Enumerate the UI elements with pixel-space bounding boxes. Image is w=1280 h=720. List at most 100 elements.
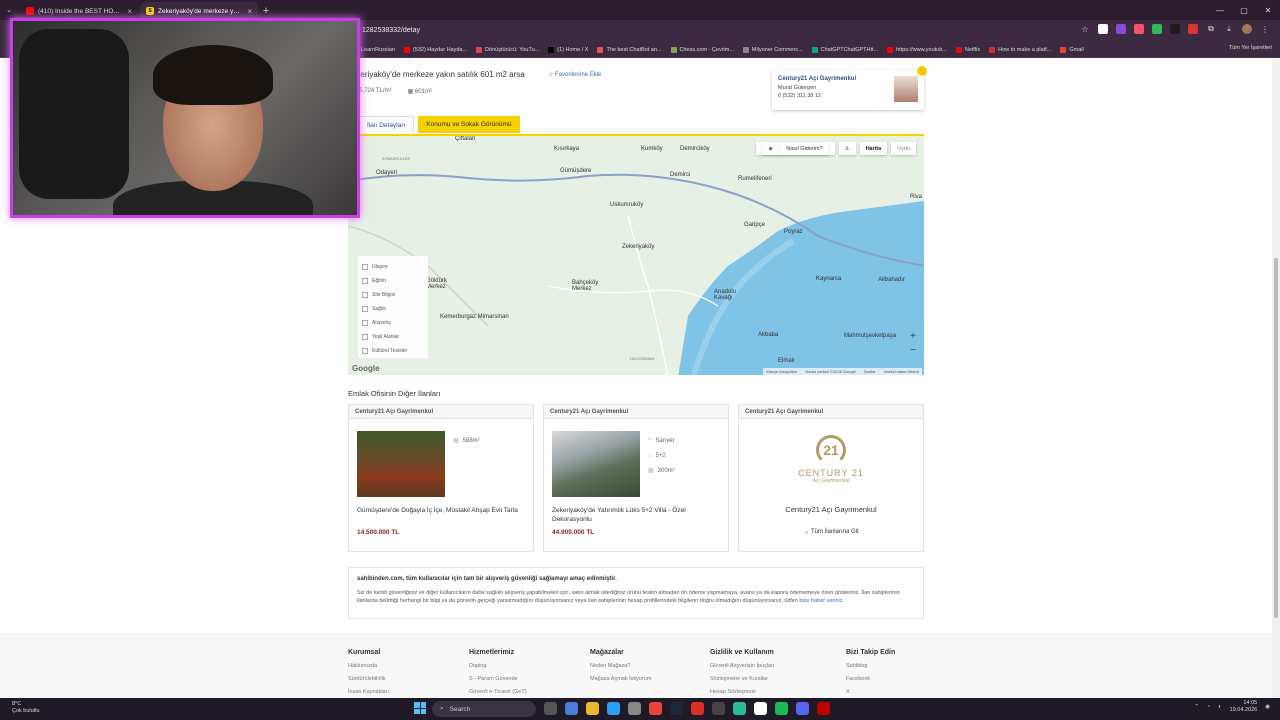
taskbar-search[interactable]: ⌕ Search	[432, 701, 536, 717]
location-map[interactable]: Çiftalan Kısırkaya Kumköy Demirciköy Güm…	[348, 134, 924, 375]
poi-filter-item[interactable]: Alışveriş	[362, 316, 424, 330]
bookmark-item[interactable]: Netflix	[955, 46, 980, 53]
zoom-out-button[interactable]: −	[906, 346, 920, 356]
app-icon[interactable]	[817, 702, 830, 715]
footer-link[interactable]: İnsan Kaynakları	[348, 689, 389, 698]
all-bookmarks-link[interactable]: Tüm Yer İşaretleri	[1229, 45, 1272, 51]
listing-card[interactable]: Century21 Açı Gayrimenkul ▦ 588m² Gümüşde…	[348, 404, 534, 552]
footer-link[interactable]: Mağaza Açmak İstiyorum	[590, 676, 651, 689]
add-favorite-link[interactable]: ☆ Favorilerime Ekle	[548, 71, 601, 78]
chrome-icon[interactable]	[649, 702, 662, 715]
footer-link[interactable]: Güvenli Alışverişin İpuçları	[710, 663, 775, 676]
bookmark-item[interactable]: https://www.youtub...	[887, 46, 947, 53]
weather-widget[interactable]: 8°C Çok bulutlu	[12, 701, 40, 715]
windows-start-icon[interactable]	[414, 702, 426, 714]
footer-link[interactable]: Güvenli e-Ticaret (GeT)	[469, 689, 527, 698]
poi-filter-item[interactable]: Site Bilgisi	[362, 288, 424, 302]
maximize-icon[interactable]: ▢	[1232, 0, 1256, 20]
close-window-icon[interactable]: ✕	[1256, 0, 1280, 20]
app-icon[interactable]	[691, 702, 704, 715]
map-type-satellite[interactable]: Uydu	[891, 142, 916, 155]
page-scrollbar[interactable]	[1272, 58, 1280, 698]
checkbox[interactable]	[362, 320, 368, 326]
download-icon[interactable]: ⤓	[1224, 24, 1234, 34]
footer-link[interactable]: Neden Mağaza?	[590, 663, 651, 676]
extension-icon[interactable]	[1188, 24, 1198, 34]
bookmark-item[interactable]: (532) Haydar Hayda...	[403, 46, 467, 53]
footer-link[interactable]: Doping	[469, 663, 527, 676]
extension-icon[interactable]	[1098, 24, 1108, 34]
bookmark-item[interactable]: How to make a platf...	[989, 46, 1051, 53]
scrollbar-thumb[interactable]	[1274, 258, 1278, 618]
task-view-icon[interactable]	[544, 702, 557, 715]
extension-icon[interactable]	[1116, 24, 1126, 34]
poi-filter-item[interactable]: Ulaşım	[362, 260, 424, 274]
app-icon[interactable]	[712, 702, 725, 715]
footer-link[interactable]: Hakkımızda	[348, 663, 389, 676]
zoom-in-button[interactable]: +	[906, 332, 920, 342]
poi-filter-item[interactable]: Eğitim	[362, 274, 424, 288]
poi-filter-item[interactable]: Kültürel Tesisler	[362, 344, 424, 358]
office-card[interactable]: Century21 Açı Gayrimenkul 21 CENTURY 21 …	[738, 404, 924, 552]
kebab-menu-icon[interactable]: ⋮	[1260, 24, 1270, 34]
bookmark-item[interactable]: (1) Home / X	[548, 46, 588, 53]
listing-thumbnail[interactable]	[357, 431, 445, 497]
volume-icon[interactable]: ◐	[1218, 704, 1221, 710]
avatar[interactable]	[1242, 24, 1252, 34]
map-type-map[interactable]: Harita	[859, 142, 888, 155]
footer-link[interactable]: Sürdürülebilirlik	[348, 676, 389, 689]
clock[interactable]: 14:05 19.04.2026	[1230, 700, 1258, 714]
checkbox[interactable]	[362, 348, 368, 354]
widgets-icon[interactable]	[565, 702, 578, 715]
bookmark-item[interactable]: The best ChatBot an...	[597, 46, 662, 53]
all-listings-link[interactable]: → Tüm İlanlarına Git	[739, 529, 923, 535]
bookmark-item[interactable]: ChatGPTChatGPTHtt...	[811, 46, 878, 53]
checkbox[interactable]	[362, 334, 368, 340]
app-icon[interactable]	[733, 702, 746, 715]
bookmark-star-icon[interactable]: ☆	[1080, 24, 1090, 34]
close-tab-icon[interactable]: ×	[127, 7, 132, 16]
tab-location-street-view[interactable]: Konumu ve Sokak Görünümü	[418, 116, 520, 133]
poi-filter-item[interactable]: Sağlık	[362, 302, 424, 316]
card-title[interactable]: Gümüşdere'de Doğayla İç İçe, Müstakil Ah…	[357, 507, 527, 516]
footer-link[interactable]: S - Param Güvende	[469, 676, 527, 689]
checkbox[interactable]	[362, 306, 368, 312]
notification-bell-icon[interactable]: ◉	[1265, 704, 1270, 710]
spotify-icon[interactable]	[775, 702, 788, 715]
url-field[interactable]: 1282538332/detay	[362, 24, 420, 38]
bookmark-item[interactable]: Gmail	[1060, 46, 1084, 53]
extension-icon[interactable]	[1134, 24, 1144, 34]
report-error-link[interactable]: Harita hatası bildirin	[884, 369, 919, 374]
tab-listing-details[interactable]: İlan Detayları	[358, 116, 415, 133]
footer-link[interactable]: Facebook	[846, 676, 895, 689]
minimize-icon[interactable]: —	[1208, 0, 1232, 20]
chevron-up-icon[interactable]: ⌃	[1194, 704, 1199, 710]
bookmark-item[interactable]: Chess.com - Çevrim...	[670, 46, 734, 53]
checkbox[interactable]	[362, 278, 368, 284]
network-icon[interactable]: ◔	[1207, 704, 1210, 710]
terms-link[interactable]: Şartlar	[864, 369, 876, 374]
footer-link[interactable]: Hesap Sözleşmesi	[710, 689, 775, 698]
close-tab-icon[interactable]: ×	[247, 7, 252, 16]
card-title[interactable]: Zekeriyaköy'de Yatırımlık Lüks 5+2 Villa…	[552, 507, 722, 524]
street-view-pegman-icon[interactable]: ♙	[838, 142, 856, 155]
agent-card[interactable]: Century21 Açı Gayrimenkul Murat Gülergen…	[772, 66, 927, 110]
report-link[interactable]: bize haber veriniz.	[799, 598, 844, 604]
bookmark-item[interactable]: Milyoner Commerc...	[742, 46, 803, 53]
steam-icon[interactable]	[670, 702, 683, 715]
footer-link[interactable]: Sahiblog	[846, 663, 895, 676]
footer-link[interactable]: Sözleşmeler ve Kurallar	[710, 676, 775, 689]
extension-icon[interactable]	[1152, 24, 1162, 34]
keyboard-shortcuts-link[interactable]: Klavye kısayolları	[766, 369, 797, 374]
bookmark-item[interactable]: Dönüştürücü: YouTu...	[476, 46, 539, 53]
checkbox[interactable]	[362, 292, 368, 298]
footer-link[interactable]: X	[846, 689, 895, 698]
checkbox[interactable]	[362, 264, 368, 270]
extension-icon[interactable]	[1170, 24, 1180, 34]
app-icon[interactable]	[628, 702, 641, 715]
directions-button[interactable]: ◈ Nasıl Giderim?	[756, 142, 835, 155]
discord-icon[interactable]	[796, 702, 809, 715]
app-icon[interactable]	[754, 702, 767, 715]
puzzle-icon[interactable]: ⧉	[1206, 24, 1216, 34]
listing-card[interactable]: Century21 Açı Gayrimenkul ⌖ Sarıyer ⌂ 5+2 …	[543, 404, 729, 552]
